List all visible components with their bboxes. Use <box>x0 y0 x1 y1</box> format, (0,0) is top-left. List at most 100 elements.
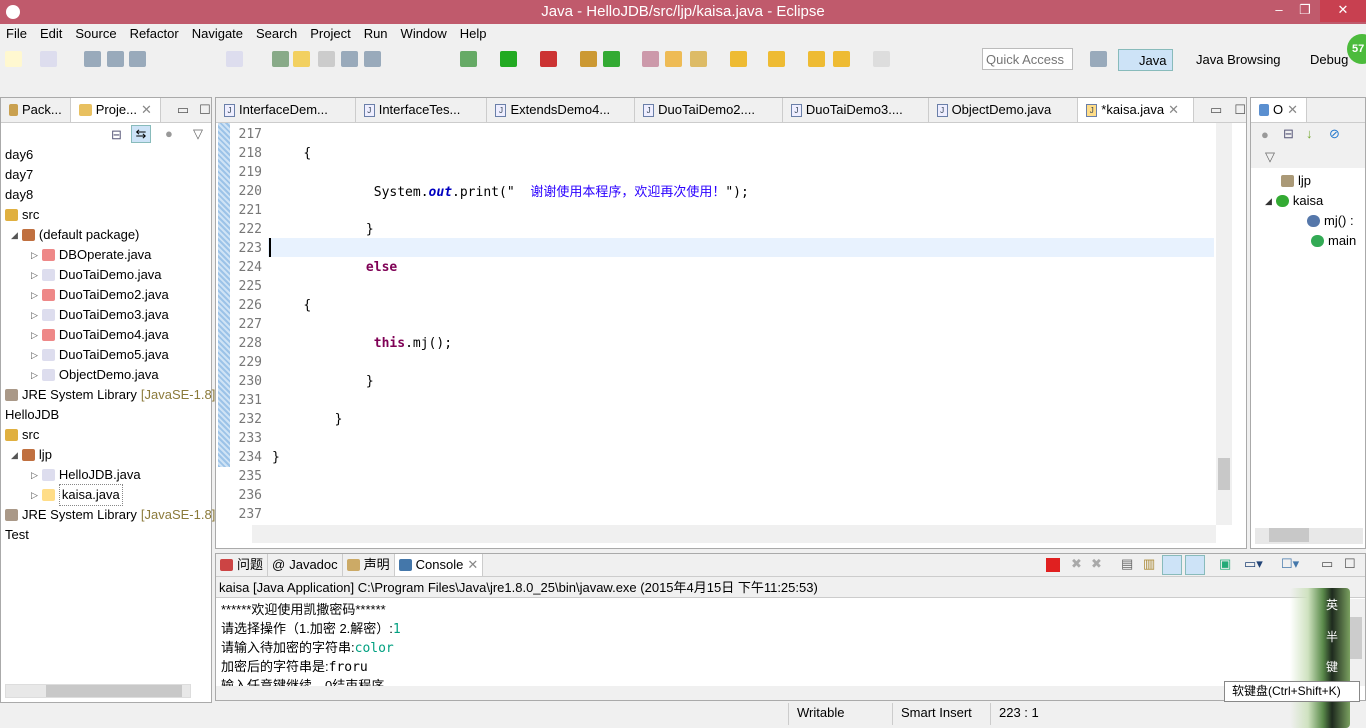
ime-mode-label[interactable]: 英 <box>1326 596 1338 613</box>
tree-item[interactable]: ▷ DuoTaiDemo3.java <box>31 305 169 325</box>
tree-item[interactable]: ◢ ljp <box>11 445 52 465</box>
open-console-icon[interactable]: ☐▾ <box>1281 556 1299 572</box>
menu-refactor[interactable]: Refactor <box>130 24 179 43</box>
tab-editor-file[interactable]: J DuoTaiDemo2.... <box>635 98 783 122</box>
restore-button[interactable]: ❐ <box>1290 0 1320 22</box>
tree-item[interactable]: src <box>5 205 39 225</box>
maximize-icon[interactable]: ☐ <box>1234 98 1246 122</box>
console-horizontal-scrollbar[interactable] <box>216 686 1347 700</box>
clear-console-icon[interactable]: ▤ <box>1121 556 1133 572</box>
quick-access-input[interactable] <box>982 48 1073 70</box>
collapse-all-icon[interactable]: ⊟ <box>1283 126 1294 142</box>
outline-horizontal-scrollbar[interactable] <box>1255 528 1363 544</box>
menu-navigate[interactable]: Navigate <box>192 24 243 43</box>
ime-width-label[interactable]: 半 <box>1326 628 1338 645</box>
tree-item[interactable]: ▷ DuoTaiDemo2.java <box>31 285 169 305</box>
tree-item[interactable]: ▷ DuoTaiDemo5.java <box>31 345 169 365</box>
tab-editor-file[interactable]: J DuoTaiDemo3.... <box>783 98 929 122</box>
expand-arrow-icon[interactable]: ▷ <box>31 485 38 505</box>
tab-editor-file[interactable]: J InterfaceTes... <box>356 98 488 122</box>
expand-arrow-icon[interactable]: ▷ <box>31 265 38 285</box>
tree-item[interactable]: ▷ ObjectDemo.java <box>31 365 159 385</box>
show-whitespace-chars-icon[interactable] <box>364 51 381 67</box>
tree-item[interactable]: day6 <box>5 145 33 165</box>
view-menu-icon[interactable]: ▽ <box>193 126 203 142</box>
new-class-icon[interactable] <box>603 51 620 67</box>
new-icon[interactable] <box>5 51 22 67</box>
tree-item[interactable]: ◢ (default package) <box>11 225 139 245</box>
sort-icon[interactable]: ↓ <box>1306 126 1313 141</box>
coverage-icon[interactable] <box>540 51 557 67</box>
maximize-icon[interactable]: ☐ <box>1344 556 1356 572</box>
tab-console[interactable]: Console ✕ <box>394 553 484 577</box>
ime-bamboo-widget[interactable]: 英 半 键 <box>1290 588 1350 728</box>
tab-outline[interactable]: O ✕ <box>1251 98 1308 122</box>
close-icon[interactable]: ✕ <box>1168 98 1179 122</box>
display-console-icon[interactable]: ▭▾ <box>1244 556 1263 572</box>
tree-item[interactable]: ▷ kaisa.java <box>31 484 123 506</box>
expand-arrow-icon[interactable]: ▷ <box>31 465 38 485</box>
hide-fields-icon[interactable]: ● <box>1261 127 1269 142</box>
close-button[interactable]: ✕ <box>1320 0 1366 22</box>
code-area[interactable]: 217 218 {219 220 System.out.print(" 谢谢使用本程… <box>216 125 1216 525</box>
expand-arrow-icon[interactable]: ▷ <box>31 285 38 305</box>
outline-item[interactable]: mj() : <box>1307 211 1354 231</box>
maximize-icon[interactable]: ☐ <box>199 98 211 122</box>
tree-item[interactable]: Test <box>5 525 29 545</box>
expand-arrow-icon[interactable]: ▷ <box>31 365 38 385</box>
forward-icon[interactable] <box>873 51 890 67</box>
expand-arrow-icon[interactable]: ◢ <box>11 445 18 465</box>
back-icon[interactable] <box>833 51 850 67</box>
close-icon[interactable]: ✕ <box>467 553 478 577</box>
menu-search[interactable]: Search <box>256 24 297 43</box>
view-menu-icon[interactable]: ▽ <box>1265 149 1275 165</box>
menu-source[interactable]: Source <box>75 24 116 43</box>
pin-console-icon[interactable]: ▣ <box>1219 556 1231 572</box>
terminate-icon[interactable] <box>1046 558 1060 572</box>
minimize-icon[interactable]: ▭ <box>177 98 189 122</box>
menu-file[interactable]: File <box>6 24 27 43</box>
show-on-stderr-icon[interactable] <box>1185 555 1205 575</box>
debug-icon[interactable] <box>460 51 477 67</box>
outline-item[interactable]: main <box>1311 231 1356 251</box>
save-icon[interactable] <box>84 51 101 67</box>
perspective-java-browsing[interactable]: Java Browsing <box>1178 49 1281 71</box>
horizontal-scrollbar[interactable] <box>5 684 191 698</box>
previous-annotation-icon[interactable] <box>768 51 785 67</box>
tab-editor-file[interactable]: J ExtendsDemo4... <box>487 98 636 122</box>
tree-item[interactable]: ▷ DuoTaiDemo.java <box>31 265 162 285</box>
remove-all-icon[interactable]: ✖ <box>1091 556 1102 572</box>
tree-item[interactable]: day7 <box>5 165 33 185</box>
menu-help[interactable]: Help <box>460 24 487 43</box>
open-type-hierarchy-icon[interactable] <box>642 51 659 67</box>
scroll-lock-icon[interactable]: ▥ <box>1143 556 1155 572</box>
menu-edit[interactable]: Edit <box>40 24 62 43</box>
ime-keyboard-label[interactable]: 键 <box>1326 658 1338 675</box>
tree-item[interactable]: JRE System Library [JavaSE-1.8] <box>5 505 215 525</box>
expand-arrow-icon[interactable]: ◢ <box>1265 191 1272 211</box>
tab-editor-file[interactable]: J *kaisa.java ✕ <box>1078 98 1195 122</box>
print-icon[interactable] <box>129 51 146 67</box>
toggle-mark-occurrences-icon[interactable] <box>293 51 310 67</box>
tab-editor-file[interactable]: J InterfaceDem... <box>216 98 356 122</box>
hide-static-icon[interactable]: ⊘ <box>1329 126 1340 142</box>
outline-item[interactable]: ljp <box>1281 171 1311 191</box>
tab-declaration[interactable]: 声明 <box>343 554 395 576</box>
show-whitespace-icon[interactable] <box>341 51 358 67</box>
expand-arrow-icon[interactable]: ◢ <box>11 225 18 245</box>
tab-project-explorer[interactable]: Proje... ✕ <box>70 98 161 122</box>
skip-breakpoints-icon[interactable] <box>226 51 243 67</box>
tree-item[interactable]: HelloJDB <box>5 405 59 425</box>
menu-window[interactable]: Window <box>401 24 447 43</box>
tree-item[interactable]: src <box>5 425 39 445</box>
tree-item[interactable]: ▷ DBOperate.java <box>31 245 151 265</box>
view-options-icon[interactable]: ● <box>165 126 173 141</box>
tree-item[interactable]: JRE System Library [JavaSE-1.8] <box>5 385 215 405</box>
tree-item[interactable]: ▷ DuoTaiDemo4.java <box>31 325 169 345</box>
tab-editor-file[interactable]: J ObjectDemo.java <box>929 98 1079 122</box>
expand-arrow-icon[interactable]: ▷ <box>31 345 38 365</box>
new-package-icon[interactable] <box>580 51 597 67</box>
editor-horizontal-scrollbar[interactable] <box>252 525 1216 543</box>
menu-run[interactable]: Run <box>364 24 388 43</box>
expand-arrow-icon[interactable]: ▷ <box>31 245 38 265</box>
